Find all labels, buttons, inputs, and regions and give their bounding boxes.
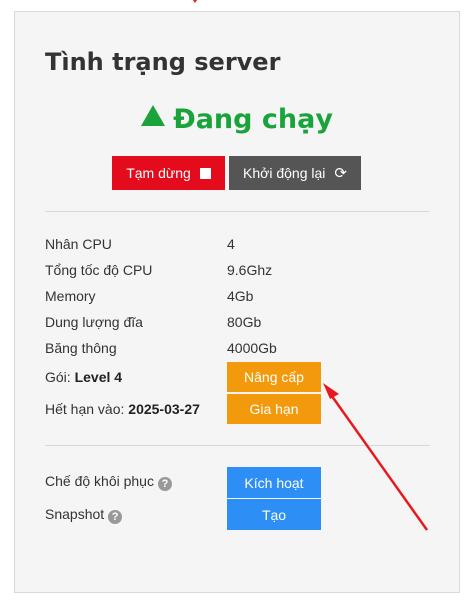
create-label: Tạo [261,506,287,523]
expiry-value: 2025-03-27 [128,401,200,417]
divider [45,445,430,446]
create-snapshot-button[interactable]: Tạo [227,499,321,530]
plan-label: Gói: [45,369,71,385]
divider [45,211,430,212]
plan-value: Level 4 [74,369,123,385]
snapshot-row: Snapshot? [45,506,123,524]
restart-button[interactable]: Khởi động lại ⟳ [229,156,361,190]
refresh-icon: ⟳ [334,164,347,182]
spec-label-cpu-speed: Tổng tốc độ CPU [45,262,153,278]
renew-label: Gia hạn [249,401,299,417]
spec-value-memory: 4Gb [227,288,254,304]
spec-value-cpu-speed: 9.6Ghz [227,262,273,278]
spec-label-cpu-cores: Nhân CPU [45,236,112,252]
restore-label: Chế độ khôi phục [45,473,154,489]
activate-label: Kích hoạt [244,474,304,491]
help-icon[interactable]: ? [108,510,123,524]
snapshot-label: Snapshot [45,506,105,522]
annotation-mark-top [193,0,197,3]
expiry-row: Hết hạn vào: 2025-03-27 [45,401,200,417]
pause-button[interactable]: Tạm dừng [112,156,225,190]
spec-label-memory: Memory [45,288,96,304]
help-icon[interactable]: ? [157,477,172,491]
spec-label-bandwidth: Băng thông [45,340,117,356]
restart-label: Khởi động lại [243,165,326,181]
spec-label-disk: Dung lượng đĩa [45,314,143,330]
upgrade-button[interactable]: Nâng cấp [227,362,321,392]
spec-value-cpu-cores: 4 [227,236,235,252]
renew-button[interactable]: Gia hạn [227,394,321,424]
server-status: Đang chạy [15,104,459,135]
triangle-up-icon [141,105,166,126]
restore-row: Chế độ khôi phục? [45,473,172,491]
server-status-panel: Tình trạng server Đang chạy Tạm dừng Khở… [14,11,460,593]
status-text: Đang chạy [173,104,333,135]
spec-value-bandwidth: 4000Gb [227,340,277,356]
pause-label: Tạm dừng [126,165,191,181]
plan-row: Gói: Level 4 [45,369,122,385]
expiry-label: Hết hạn vào: [45,401,125,417]
stop-square-icon [199,167,211,179]
activate-restore-button[interactable]: Kích hoạt [227,467,321,498]
panel-title: Tình trạng server [45,48,281,76]
spec-value-disk: 80Gb [227,314,262,330]
upgrade-label: Nâng cấp [244,369,304,385]
